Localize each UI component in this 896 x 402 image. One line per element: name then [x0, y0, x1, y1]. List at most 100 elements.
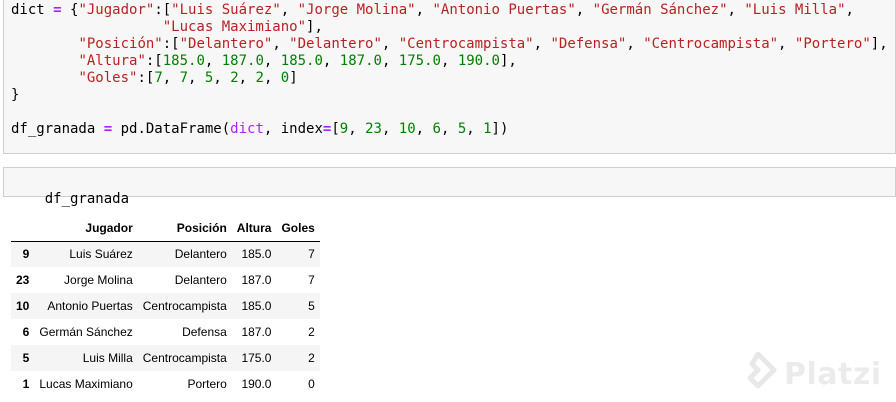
code-token: 175.0 [398, 53, 441, 69]
code-token: , index [263, 121, 323, 137]
code-token: , [213, 70, 231, 86]
code-token: "Delantero" [179, 36, 273, 52]
code-token: "Luis Milla" [744, 2, 846, 18]
code-token: ]) [491, 121, 509, 137]
table-cell: 187.0 [241, 325, 272, 339]
dataframe-output: Jugador Posición Altura Goles 9 Luis Suárez D… [11, 215, 320, 397]
code-token: "Luis Suárez" [171, 2, 281, 18]
code-token: "Germán Sánchez" [592, 2, 728, 18]
code-token: :[ [137, 70, 155, 86]
code-token: , [440, 121, 458, 137]
table-cell: Jorge Molina [64, 273, 133, 287]
table-cell: 2 [308, 325, 315, 339]
table-cell: Delantero [174, 273, 227, 287]
table-row: 10 Antonio Puertas Centrocampista 185.0 5 [11, 293, 320, 319]
code-token: pd.DataFrame( [112, 121, 231, 137]
code-token: , [263, 70, 281, 86]
table-row: 23 Jorge Molina Delantero 187.0 7 [11, 267, 320, 293]
code-token: 185.0 [280, 53, 323, 69]
table-cell: 185.0 [241, 247, 272, 262]
table-cell: 7 [308, 273, 315, 287]
table-cell: Germán Sánchez [39, 325, 133, 339]
code-line: df_granada = pd.DataFrame(dict, index=[9… [11, 121, 895, 138]
table-cell: 5 [308, 299, 315, 313]
code-token: , [204, 53, 222, 69]
row-index: 1 [22, 377, 30, 391]
code-token: "Centrocampista" [643, 36, 779, 52]
code-token: 0 [280, 70, 290, 86]
table-cell: 190.0 [241, 377, 272, 391]
code-token: 1 [483, 121, 492, 137]
index-header [11, 215, 34, 241]
table-row: 5 Luis Milla Centrocampista 175.0 2 [11, 345, 320, 371]
code-token: , [415, 2, 433, 18]
code-token: :[ [154, 2, 172, 18]
table-cell: 175.0 [241, 351, 272, 365]
column-header: Goles [281, 220, 315, 235]
code-token: , [188, 70, 205, 86]
code-token: "Centrocampista" [398, 36, 534, 52]
code-token: 5 [457, 121, 467, 137]
row-index: 10 [16, 299, 30, 313]
code-token: , [533, 36, 551, 52]
code-token: 23 [365, 121, 382, 137]
code-token: , [348, 121, 366, 137]
code-token: "Jorge Molina" [297, 2, 416, 18]
table-cell: 0 [308, 377, 315, 391]
table-row: 6 Germán Sánchez Defensa 187.0 2 [11, 319, 320, 345]
code-token: ] [289, 70, 298, 86]
column-header: Altura [236, 220, 272, 235]
table-cell: Antonio Puertas [47, 299, 133, 313]
code-token: , [238, 70, 256, 86]
code-token: , [727, 2, 745, 18]
table-cell: Centrocampista [142, 351, 227, 365]
code-token: ], [870, 36, 888, 52]
code-token: , [466, 121, 484, 137]
code-token: , [845, 2, 854, 18]
code-token: "Altura" [78, 53, 146, 69]
table-cell: Luis Suárez [69, 247, 133, 262]
code-token: , [381, 36, 399, 52]
row-index: 6 [22, 325, 30, 339]
code-token: 9 [339, 121, 349, 137]
row-index: 23 [16, 273, 30, 287]
code-token: , [440, 53, 458, 69]
code-token: dict [230, 121, 264, 137]
table-row: 1 Lucas Maximiano Portero 190.0 0 [11, 371, 320, 397]
dataframe-table: Jugador Posición Altura Goles 9 Luis Suárez D… [11, 215, 320, 397]
watermark-text: Platzi [784, 356, 882, 392]
table-cell: Luis Milla [82, 351, 133, 365]
code-token: ], [306, 19, 323, 35]
table-cell: Centrocampista [142, 299, 227, 313]
code-token: , [322, 53, 340, 69]
code-line: } [11, 87, 895, 104]
code-cell-df-granada[interactable]: df_granada [3, 167, 896, 207]
code-token: , [778, 36, 795, 52]
table-cell: 185.0 [241, 299, 272, 313]
code-token: = [103, 121, 113, 137]
code-token: 2 [230, 70, 239, 86]
code-cell-dict[interactable]: dict = {"Jugador":["Luis Suárez", "Jorge… [3, 0, 896, 154]
code-editor[interactable]: dict = {"Jugador":["Luis Suárez", "Jorge… [11, 2, 895, 138]
code-token: , [272, 36, 290, 52]
code-token: :[ [162, 36, 180, 52]
row-index: 5 [22, 351, 30, 365]
code-line: dict = {"Jugador":["Luis Suárez", "Jorge… [11, 2, 895, 19]
table-header-row: Jugador Posición Altura Goles [11, 215, 320, 241]
code-token: 7 [179, 70, 189, 86]
code-token: 187.0 [221, 53, 264, 69]
table-cell: 7 [308, 247, 315, 262]
code-token: "Delantero" [289, 36, 382, 52]
platzi-logo-icon [738, 351, 778, 396]
code-token: 10 [398, 121, 416, 137]
code-token: "Goles" [78, 70, 138, 86]
code-token: "Portero" [794, 36, 871, 52]
code-token: , [575, 2, 593, 18]
code-token: "Posición" [78, 36, 163, 52]
code-token: 190.0 [457, 53, 500, 69]
code-line: "Goles":[7, 7, 5, 2, 2, 0] [11, 70, 895, 87]
code-token: 187.0 [339, 53, 382, 69]
